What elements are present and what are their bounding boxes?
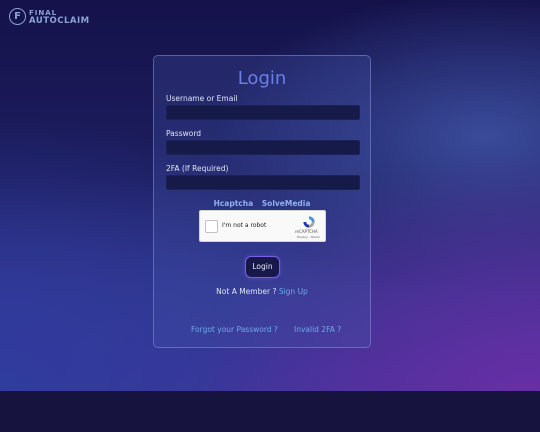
- recaptcha-widget: I'm not a robot reCAPTCHA Privacy - Term…: [199, 210, 326, 242]
- page-title: Login: [237, 68, 287, 89]
- twofa-label: 2FA (If Required): [166, 164, 229, 173]
- recaptcha-links[interactable]: Privacy - Terms: [297, 235, 320, 239]
- logo-text: FINAL AUTOCLAIM: [29, 9, 90, 25]
- logo-line2: AUTOCLAIM: [29, 15, 90, 26]
- forgot-password-link[interactable]: Forgot your Password ?: [191, 325, 278, 334]
- invalid-2fa-link[interactable]: Invalid 2FA ?: [294, 325, 341, 334]
- login-card: Login Username or Email Password 2FA (If…: [153, 55, 371, 348]
- solvemedia-option[interactable]: SolveMedia: [262, 199, 311, 208]
- captcha-options: Hcaptcha SolveMedia: [154, 199, 370, 208]
- username-input[interactable]: [166, 105, 360, 120]
- twofa-input[interactable]: [166, 175, 360, 190]
- recaptcha-label: I'm not a robot: [222, 222, 267, 229]
- username-label: Username or Email: [166, 94, 238, 103]
- signup-link[interactable]: Sign Up: [279, 287, 308, 296]
- member-text: Not A Member ?: [216, 287, 277, 296]
- recaptcha-checkbox[interactable]: [205, 220, 218, 233]
- site-logo[interactable]: F FINAL AUTOCLAIM: [9, 8, 90, 25]
- login-button[interactable]: Login: [245, 256, 280, 278]
- password-label: Password: [166, 129, 202, 138]
- footer-band: [0, 391, 540, 432]
- recaptcha-brand: reCAPTCHA: [295, 229, 318, 234]
- recaptcha-icon: [303, 216, 315, 228]
- logo-icon: F: [9, 8, 26, 25]
- hcaptcha-option[interactable]: Hcaptcha: [214, 199, 254, 208]
- password-input[interactable]: [166, 140, 360, 155]
- signup-prompt: Not A Member ? Sign Up: [154, 287, 370, 296]
